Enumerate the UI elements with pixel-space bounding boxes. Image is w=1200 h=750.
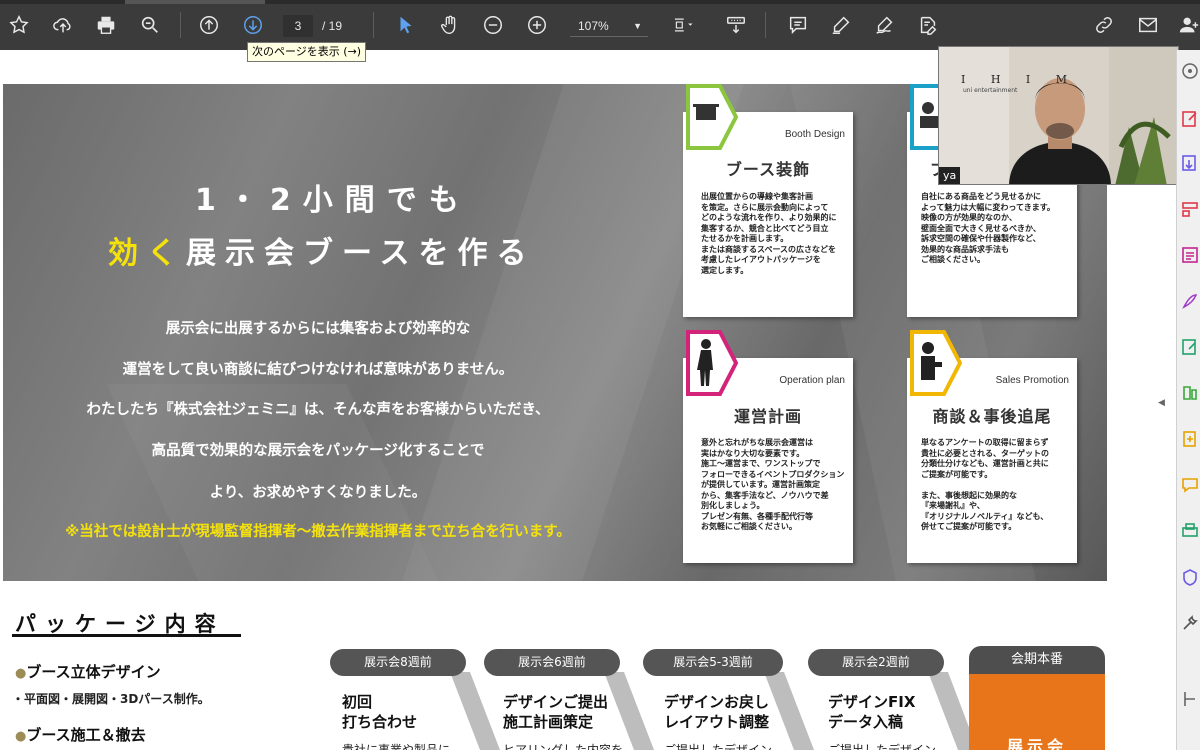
timeline-step-title: デザインご提出 施工計画策定	[503, 693, 609, 731]
card-body: 出展位置からの導線や集客計画 を策定。さらに展示会動向によって どのような流れを…	[701, 192, 837, 275]
card-body: 単なるアンケートの取得に留まらず 貴社に必要とされる、ターゲットの 分類仕分けな…	[921, 438, 1049, 531]
participant-name-tag: ya	[939, 167, 961, 184]
add-user-icon[interactable]	[1176, 12, 1200, 38]
card-jp-title: 商談＆事後追尾	[932, 407, 1052, 426]
hero-text-line: より、お求めやすくなりました。	[209, 485, 427, 501]
booth-design-icon	[686, 84, 738, 150]
email-icon[interactable]	[1135, 12, 1161, 38]
select-cursor-icon[interactable]	[393, 12, 419, 38]
more-tools-icon[interactable]	[1181, 690, 1199, 708]
hand-icon[interactable]	[437, 12, 463, 38]
print-production-icon[interactable]	[1181, 522, 1199, 540]
export-file-icon[interactable]	[1181, 430, 1199, 448]
toolbar-separator	[180, 12, 181, 38]
protect-icon[interactable]	[1181, 568, 1199, 586]
upload-icon[interactable]	[50, 12, 76, 38]
package-item: ●ブース施工＆撤去	[15, 726, 146, 744]
sign-icon[interactable]	[872, 12, 898, 38]
hero-text-line: 高品質で効果的な展示会をパッケージ化することで	[151, 443, 485, 459]
webcam-sign-sub: uni entertainment	[963, 87, 1018, 94]
zoom-out-icon[interactable]	[480, 12, 506, 38]
hero-title-line2: 効く展示会ブースを作る	[108, 228, 536, 272]
toolbar: 3 / 19 107% ▼	[0, 0, 1200, 50]
share-link-icon[interactable]	[1091, 12, 1117, 38]
timeline-step-title: 初回 打ち合わせ	[342, 693, 418, 731]
card-en-title: Sales Promotion	[995, 375, 1069, 386]
hero-title-rest: 展示会ブースを作る	[186, 236, 536, 271]
card-jp-title: 運営計画	[733, 407, 802, 426]
page-total: / 19	[322, 19, 343, 33]
timeline-step-body: ヒアリングした内容を	[503, 743, 624, 750]
edit-pdf-icon[interactable]	[1181, 246, 1199, 264]
zoom-search-icon[interactable]	[137, 12, 163, 38]
timeline-step-label: 展示会5-3週前	[643, 649, 783, 676]
scan-icon[interactable]	[1181, 338, 1199, 356]
hero-notice: ※当社では設計士が現場監督指揮者～撤去作業指揮者まで立ち合を行います。	[65, 524, 571, 540]
prev-page-icon[interactable]	[196, 12, 222, 38]
bullet-icon: ●	[15, 729, 27, 744]
hero-text-line: わたしたち『株式会社ジェミニ』は、そんな声をお客様からいただき、	[86, 402, 550, 418]
hero-text-line: 運営をして良い商談に結びつけなければ意味がありません。	[122, 362, 514, 378]
fit-page-icon[interactable]	[666, 12, 700, 38]
card-body: 自社にある商品をどう見せるかに よって魅力は大幅に変わってきます。 映像の方が効…	[921, 192, 1055, 264]
active-tab-indicator[interactable]	[125, 0, 265, 4]
timeline-step-label: 展示会8週前	[330, 649, 466, 676]
export-pdf-icon[interactable]	[1181, 110, 1199, 128]
create-pdf-icon[interactable]	[1181, 154, 1199, 172]
zoom-value: 107%	[578, 19, 609, 33]
hero-title-line1: 1・2小間でも	[195, 183, 471, 218]
package-title-underline	[12, 634, 241, 637]
page-number-input[interactable]: 3	[283, 15, 313, 37]
collapse-panel-icon[interactable]: ◀	[1158, 398, 1165, 408]
scroll-mode-icon[interactable]	[722, 12, 750, 38]
timeline-step-body: ご提出したデザイン	[664, 743, 773, 750]
final-step-text: 展示会	[1006, 737, 1067, 750]
fill-sign-icon[interactable]	[1181, 292, 1199, 310]
rail-toggle-icon[interactable]	[1181, 62, 1199, 80]
zoom-level-select[interactable]: 107% ▼	[570, 15, 648, 37]
star-icon[interactable]	[6, 12, 32, 38]
final-step-label: 会期本番	[969, 646, 1105, 674]
timeline-step-title: デザインお戻し レイアウト調整	[664, 693, 770, 731]
webcam-video-frame	[939, 47, 1178, 184]
comment-icon[interactable]	[785, 12, 811, 38]
next-page-tooltip: 次のページを表示 (→)	[247, 42, 367, 62]
tools-icon[interactable]	[1181, 614, 1199, 632]
timeline-step-label: 展示会2週前	[808, 649, 944, 676]
bullet-icon: ●	[15, 666, 27, 681]
operation-person-icon	[686, 330, 738, 396]
card-en-title: Operation plan	[779, 375, 845, 386]
timeline-step-label: 展示会6週前	[484, 649, 620, 676]
zoom-in-icon[interactable]	[524, 12, 550, 38]
right-tools-rail	[1176, 50, 1200, 750]
chevron-down-icon: ▼	[633, 21, 642, 31]
package-item-sub: ・平面図・展開図・3Dパース制作。	[12, 692, 210, 706]
print-icon[interactable]	[93, 12, 119, 38]
organize-pages-icon[interactable]	[1181, 200, 1199, 218]
hero-title-highlight: 効く	[108, 236, 186, 271]
compress-icon[interactable]	[1181, 384, 1199, 402]
comment-tool-icon[interactable]	[1181, 476, 1199, 494]
toolbar-separator	[373, 12, 374, 38]
timeline-step-title: デザインFIX データ入稿	[828, 693, 916, 731]
webcam-sign-text: I H I M	[961, 73, 1079, 86]
package-item: ●ブース立体デザイン	[15, 663, 161, 681]
card-body: 意外と忘れがちな展示会運営は 実はかなり大切な要素です。 施工～運営まで、ワンス…	[701, 438, 845, 531]
card-en-title: Booth Design	[784, 129, 845, 140]
hero-text-line: 展示会に出展するからには集客および効率的な	[165, 321, 471, 337]
sales-person-icon	[910, 330, 962, 396]
card-jp-title: ブース装飾	[725, 160, 811, 179]
timeline-step-body: ご提出したデザイン	[828, 743, 937, 750]
highlight-pen-icon[interactable]	[828, 12, 854, 38]
next-page-icon[interactable]	[240, 12, 266, 38]
webcam-overlay[interactable]: I H I M uni entertainment ya	[938, 46, 1179, 185]
edit-text-icon[interactable]	[915, 12, 941, 38]
toolbar-separator	[765, 12, 766, 38]
timeline-step-body: 貴社に事業や製品に	[342, 743, 451, 750]
